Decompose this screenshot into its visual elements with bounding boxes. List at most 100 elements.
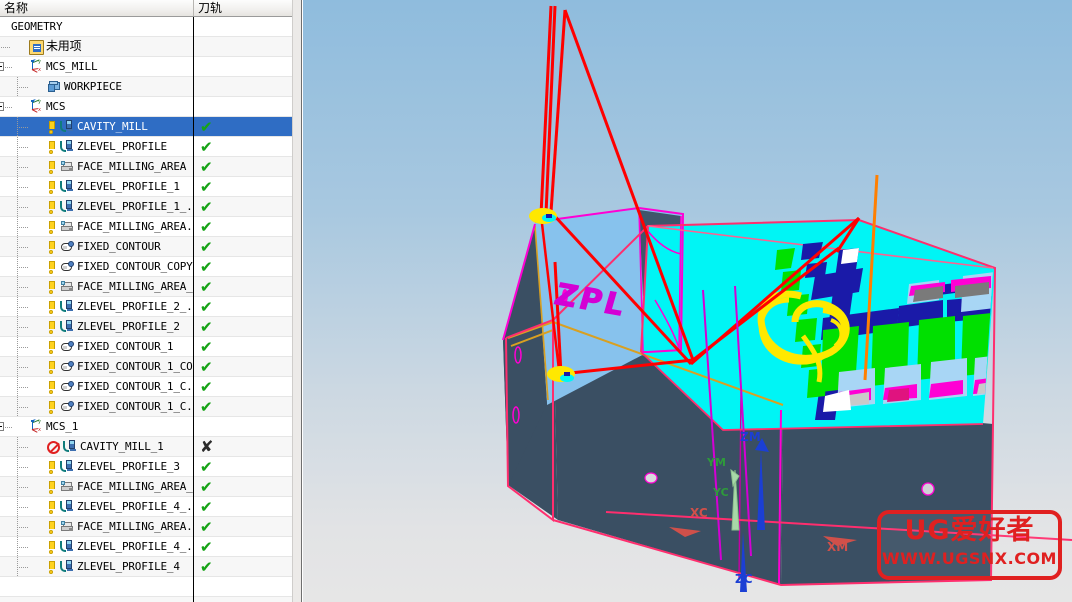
tree-row-name-cell[interactable]: FIXED_CONTOUR_1_COPY (0, 357, 193, 377)
tree-row-toolpath-cell[interactable]: ✔ (194, 177, 292, 197)
tree-row[interactable]: ZLEVEL_PROFILE_1 ✔ (0, 177, 292, 197)
tree-row-name-cell[interactable] (0, 597, 193, 602)
tree-row-toolpath-cell[interactable]: ✔ (194, 497, 292, 517)
tree-row-name-cell[interactable]: FACE_MILLING_AREA... (0, 517, 193, 537)
tree-row-toolpath-cell[interactable]: ✔ (194, 317, 292, 337)
tree-row-name-cell[interactable]: FIXED_CONTOUR_1_C... (0, 377, 193, 397)
tree-row-name-cell[interactable]: z y x MCS_1 (0, 417, 193, 437)
tree-row[interactable]: 未用项 (0, 37, 292, 57)
tree-row-name-cell[interactable]: WORKPIECE (0, 77, 193, 97)
tree-row[interactable]: ZLEVEL_PROFILE_2 ✔ (0, 317, 292, 337)
tree-row-name-cell[interactable]: FACE_MILLING_AREA_2 (0, 477, 193, 497)
tree-row-toolpath-cell[interactable]: ✘ (194, 437, 292, 457)
tree-row-name-cell[interactable]: ZLEVEL_PROFILE_4_... (0, 537, 193, 557)
tree-row-name-cell[interactable]: ZLEVEL_PROFILE_2 (0, 317, 193, 337)
tree-row-toolpath-cell[interactable] (194, 577, 292, 597)
tree-row-toolpath-cell[interactable] (194, 597, 292, 602)
tree-row-toolpath-cell[interactable]: ✔ (194, 297, 292, 317)
tree-row-toolpath-cell[interactable] (194, 37, 292, 57)
tree-row-name-cell[interactable] (0, 577, 193, 597)
tree-row[interactable]: CAVITY_MILL_1 ✘ (0, 437, 292, 457)
tree-row[interactable]: WORKPIECE (0, 77, 292, 97)
tree-row-empty[interactable] (0, 577, 292, 597)
tree-row-toolpath-cell[interactable]: ✔ (194, 377, 292, 397)
tree-row[interactable]: ZLEVEL_PROFILE_1_... ✔ (0, 197, 292, 217)
tree-row-toolpath-cell[interactable] (194, 97, 292, 117)
tree-row-name-cell[interactable]: ZLEVEL_PROFILE_1 (0, 177, 193, 197)
tree-row-name-cell[interactable]: ZLEVEL_PROFILE (0, 137, 193, 157)
tree-row[interactable]: FACE_MILLING_AREA... ✔ (0, 217, 292, 237)
tree-row-toolpath-cell[interactable]: ✔ (194, 117, 292, 137)
tree-row-toolpath-cell[interactable]: ✔ (194, 397, 292, 417)
tree-row-name-cell[interactable]: ZLEVEL_PROFILE_2_... (0, 297, 193, 317)
tree-row-toolpath-cell[interactable] (194, 17, 292, 37)
tree-row-toolpath-cell[interactable]: ✔ (194, 517, 292, 537)
tree-row-name-cell[interactable]: FIXED_CONTOUR_1 (0, 337, 193, 357)
tree-row[interactable]: FIXED_CONTOUR_1_C... ✔ (0, 397, 292, 417)
graphics-viewport[interactable]: ZPL XC XM ZC ZM YM YC UG爱好者 WWW.UGSNX.CO… (303, 0, 1072, 602)
tree-row-toolpath-cell[interactable]: ✔ (194, 137, 292, 157)
tree-row[interactable]: ZLEVEL_PROFILE_4_... ✔ (0, 497, 292, 517)
mcs-icon: zyx (31, 418, 41, 433)
tree-row[interactable]: FIXED_CONTOUR_COPY ✔ (0, 257, 292, 277)
tree-row[interactable]: FIXED_CONTOUR_1_COPY ✔ (0, 357, 292, 377)
tree-row-name-cell[interactable]: CAVITY_MILL_1 (0, 437, 193, 457)
tree-row[interactable]: FACE_MILLING_AREA... ✔ (0, 517, 292, 537)
tree-expander-collapse-icon[interactable] (0, 102, 4, 111)
tree-row-toolpath-cell[interactable]: ✔ (194, 157, 292, 177)
tree-row[interactable]: z y x MCS_1 (0, 417, 292, 437)
tree-row[interactable]: FACE_MILLING_AREA ✔ (0, 157, 292, 177)
tree-row-name-cell[interactable]: FACE_MILLING_AREA... (0, 217, 193, 237)
tree-row[interactable]: ZLEVEL_PROFILE_2_... ✔ (0, 297, 292, 317)
tree-row-toolpath-cell[interactable]: ✔ (194, 357, 292, 377)
tree-row[interactable]: FACE_MILLING_AREA_1 ✔ (0, 277, 292, 297)
tree-row-name-cell[interactable]: CAVITY_MILL (0, 117, 193, 137)
tree-row-toolpath-cell[interactable]: ✔ (194, 477, 292, 497)
column-header-name[interactable]: 名称 (0, 0, 193, 16)
tree-row-toolpath-cell[interactable] (194, 417, 292, 437)
tree-row-name-cell[interactable]: z y x MCS_MILL (0, 57, 193, 77)
tree-row-toolpath-cell[interactable] (194, 57, 292, 77)
tree-row-toolpath-cell[interactable]: ✔ (194, 237, 292, 257)
tree-row[interactable]: ZLEVEL_PROFILE ✔ (0, 137, 292, 157)
tree-row-toolpath-cell[interactable]: ✔ (194, 457, 292, 477)
tree-row-name-cell[interactable]: ZLEVEL_PROFILE_3 (0, 457, 193, 477)
tree-row[interactable]: ZLEVEL_PROFILE_4 ✔ (0, 557, 292, 577)
tree-row-name-cell[interactable]: 未用项 (0, 37, 193, 57)
column-header-toolpath[interactable]: 刀轨 (193, 0, 292, 16)
tree-row-toolpath-cell[interactable] (194, 77, 292, 97)
tree-row[interactable]: z y x MCS_MILL (0, 57, 292, 77)
tree-row-name-cell[interactable]: ZLEVEL_PROFILE_4 (0, 557, 193, 577)
tree-row-name-cell[interactable]: z y x MCS (0, 97, 193, 117)
tree-row[interactable]: FACE_MILLING_AREA_2 ✔ (0, 477, 292, 497)
tree-row[interactable]: FIXED_CONTOUR_1 ✔ (0, 337, 292, 357)
tree-row-name-cell[interactable]: FACE_MILLING_AREA (0, 157, 193, 177)
panel-splitter[interactable] (292, 0, 302, 602)
tree-row-name-cell[interactable]: ZLEVEL_PROFILE_4_... (0, 497, 193, 517)
tree-row[interactable]: GEOMETRY (0, 17, 292, 37)
tree-row[interactable]: z y x MCS (0, 97, 292, 117)
tree-row[interactable]: CAVITY_MILL ✔ (0, 117, 292, 137)
tree-row-name-cell[interactable]: GEOMETRY (0, 17, 193, 37)
tree-row-toolpath-cell[interactable]: ✔ (194, 277, 292, 297)
tree-row-name-cell[interactable]: FACE_MILLING_AREA_1 (0, 277, 193, 297)
tree-expander-collapse-icon[interactable] (0, 422, 4, 431)
navigator-tree[interactable]: GEOMETRY 未用项 z y x MCS_MILL WORKPIECE z y x MCS CAV… (0, 17, 292, 602)
tree-row-name-cell[interactable]: FIXED_CONTOUR (0, 237, 193, 257)
workpiece-icon (47, 80, 62, 95)
tree-row-toolpath-cell[interactable]: ✔ (194, 337, 292, 357)
tree-row-toolpath-cell[interactable]: ✔ (194, 257, 292, 277)
tree-row[interactable]: FIXED_CONTOUR ✔ (0, 237, 292, 257)
tree-row-name-cell[interactable]: ZLEVEL_PROFILE_1_... (0, 197, 193, 217)
tree-row[interactable]: ZLEVEL_PROFILE_4_... ✔ (0, 537, 292, 557)
tree-expander-collapse-icon[interactable] (0, 62, 4, 71)
tree-row-name-cell[interactable]: FIXED_CONTOUR_1_C... (0, 397, 193, 417)
tree-row-toolpath-cell[interactable]: ✔ (194, 537, 292, 557)
tree-row-toolpath-cell[interactable]: ✔ (194, 557, 292, 577)
tree-row-toolpath-cell[interactable]: ✔ (194, 217, 292, 237)
tree-row[interactable]: FIXED_CONTOUR_1_C... ✔ (0, 377, 292, 397)
tree-row[interactable]: ZLEVEL_PROFILE_3 ✔ (0, 457, 292, 477)
tree-row-name-cell[interactable]: FIXED_CONTOUR_COPY (0, 257, 193, 277)
tree-row-empty[interactable] (0, 597, 292, 602)
tree-row-toolpath-cell[interactable]: ✔ (194, 197, 292, 217)
